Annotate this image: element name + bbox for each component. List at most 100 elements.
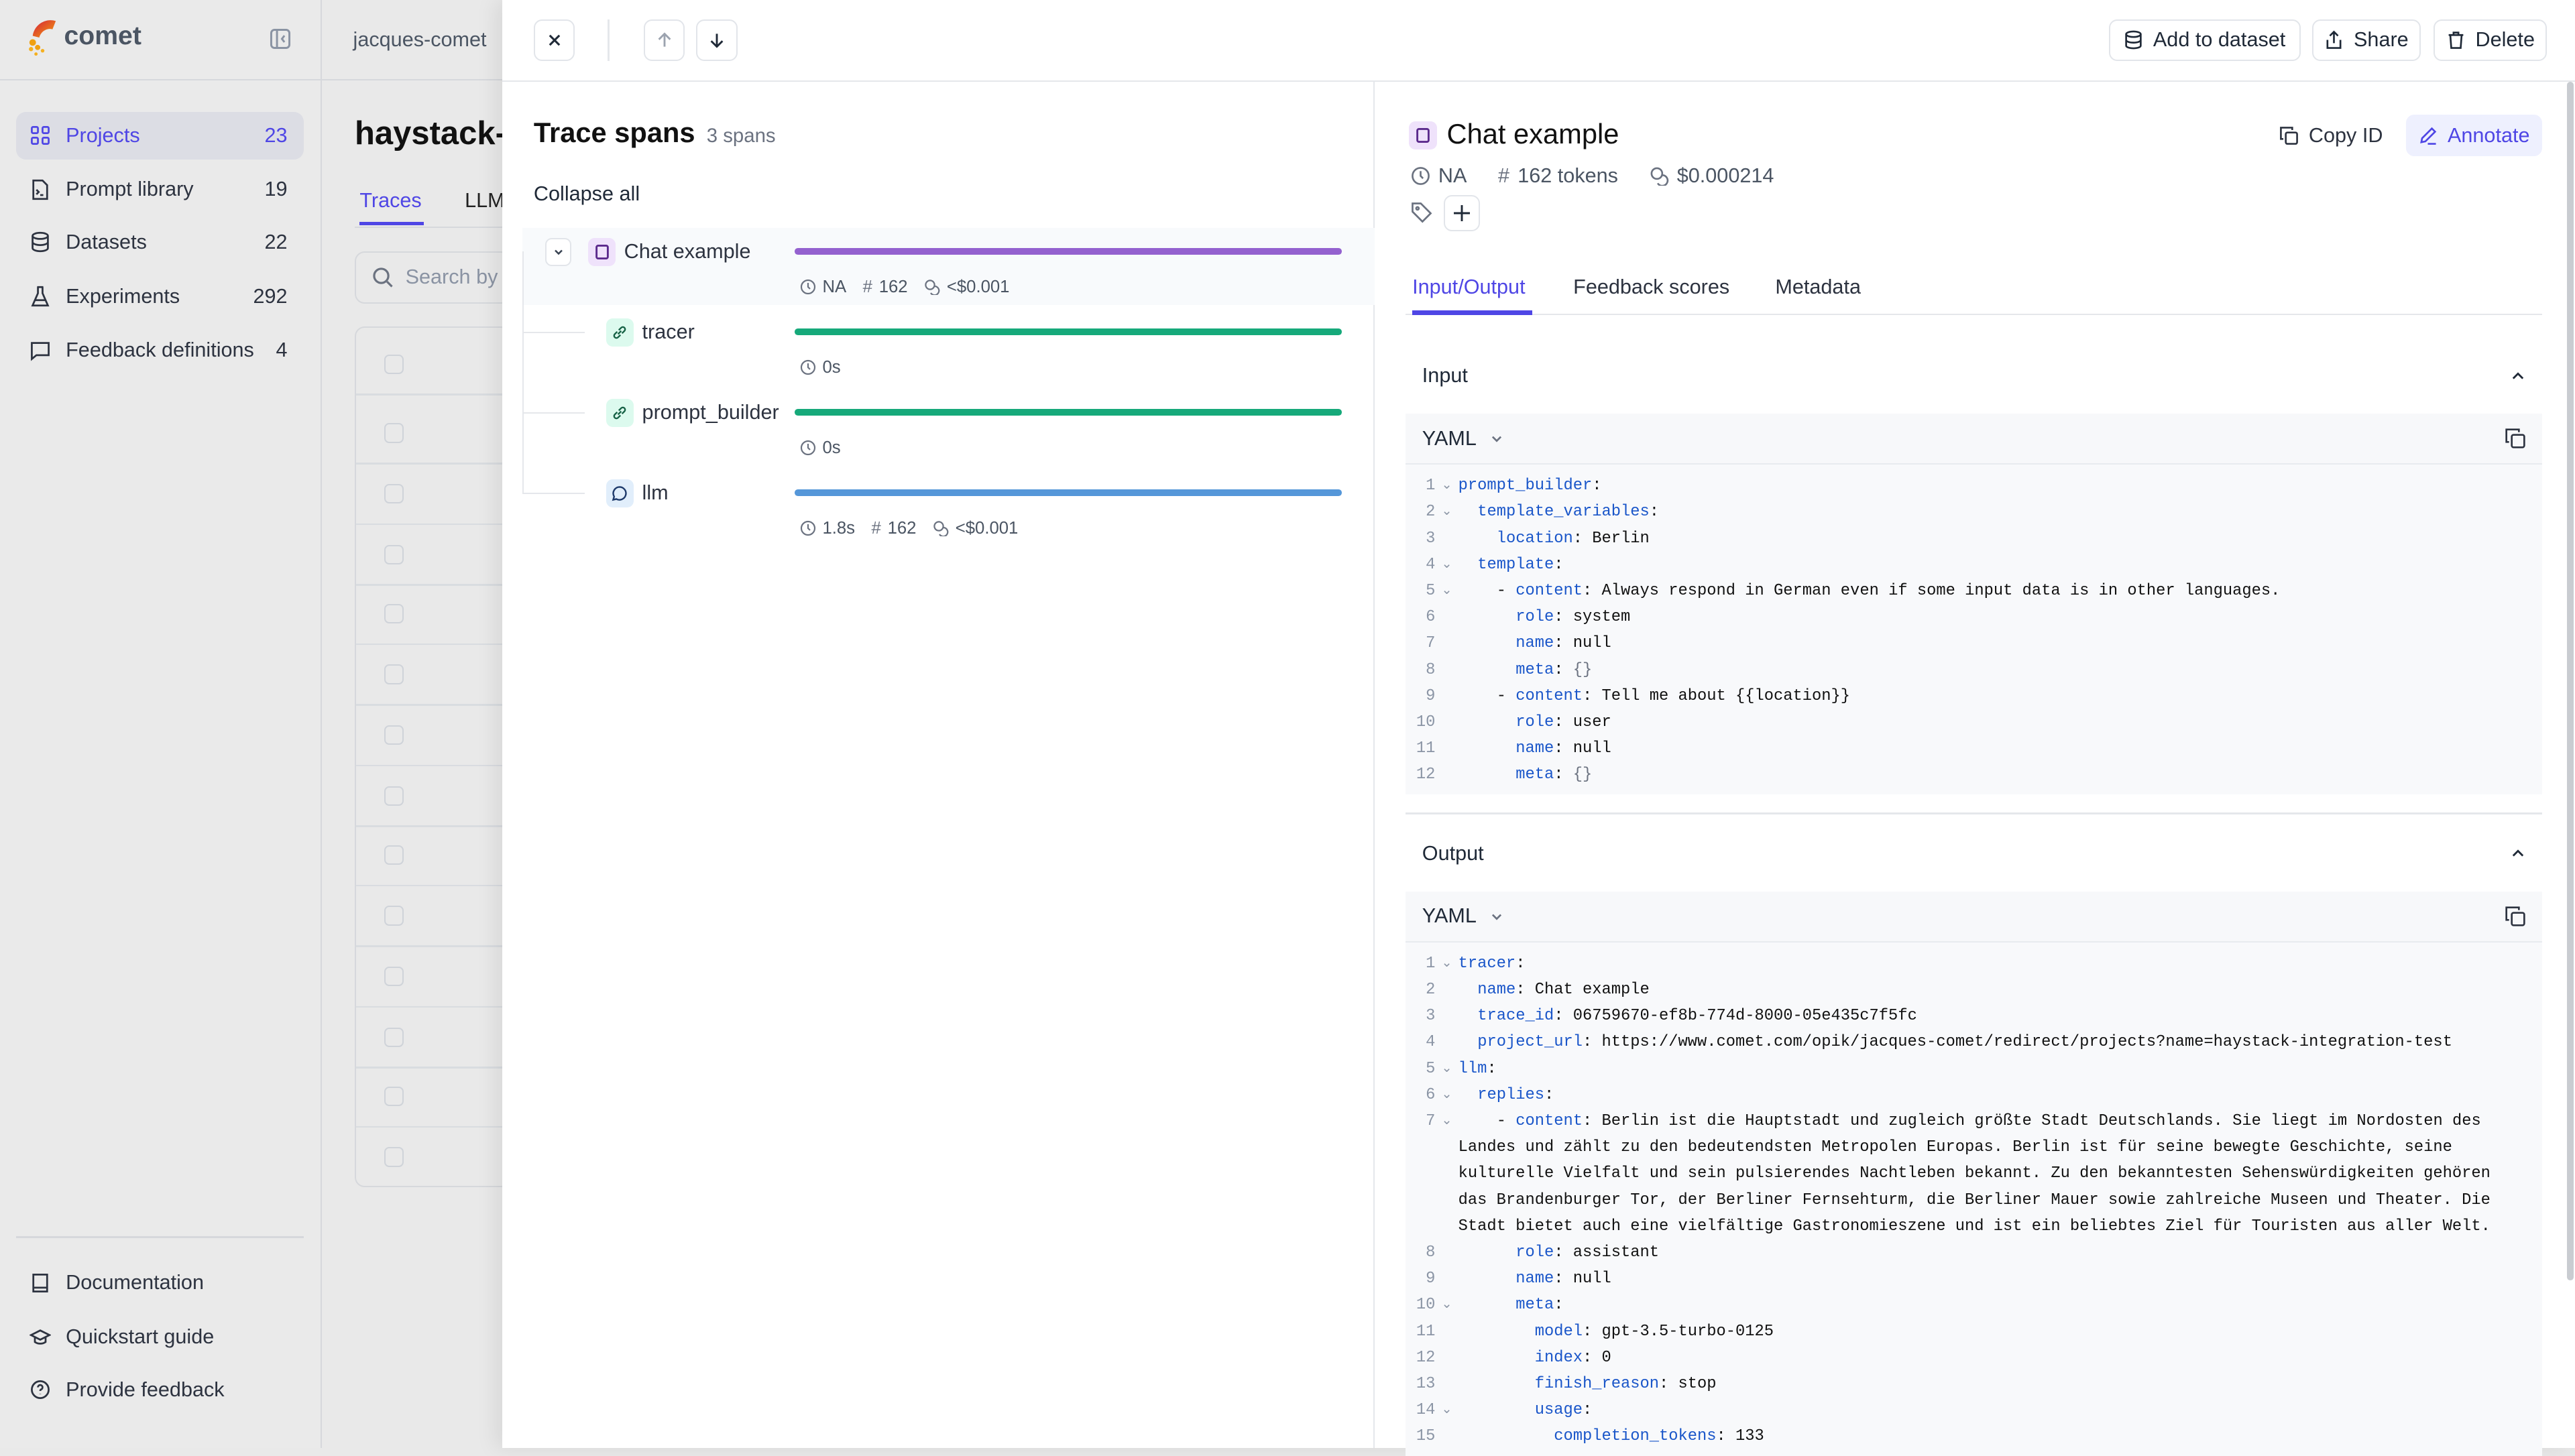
code-text: usage: [1458,1397,2509,1423]
tree-branch [522,331,585,334]
yaml-colon: : [1582,1322,1602,1341]
span-duration-bar [795,328,1342,335]
span-duration: NA [822,277,847,296]
row-checkbox[interactable] [384,603,404,624]
yaml-colon: : [1582,1033,1602,1052]
yaml-value: 133 [1735,1427,1764,1446]
comet-logo[interactable] [23,16,62,59]
fold-chevron-icon[interactable]: ⌄ [1435,1292,1458,1318]
span-stats: NA # 162 tokens $0.000214 [1411,164,1774,188]
copy-id-button[interactable]: Copy ID [2279,115,2383,156]
line-number: 1 [1426,954,1436,973]
delete-button[interactable]: Delete [2434,19,2548,61]
tab-metadata[interactable]: Metadata [1775,276,1861,299]
yaml-key: index [1534,1348,1583,1367]
sidebar-item-quickstart-guide[interactable]: Quickstart guide [16,1313,304,1361]
sidebar-item-experiments[interactable]: Experiments 292 [16,273,304,320]
chevron-up-icon[interactable] [2510,845,2526,861]
row-checkbox[interactable] [384,544,404,564]
expand-toggle[interactable] [545,238,572,266]
sidebar-item-projects[interactable]: Projects 23 [16,111,304,160]
output-section-header[interactable]: Output [1406,829,2542,878]
active-tab-indicator [1412,310,1532,316]
fold-gutter [1435,762,1458,788]
fold-chevron-icon[interactable]: ⌄ [1435,1082,1458,1108]
format-select[interactable]: YAML [1422,904,1505,928]
sidebar-item-datasets[interactable]: Datasets 22 [16,219,304,266]
copy-icon[interactable] [2505,428,2526,449]
tab-feedback-scores[interactable]: Feedback scores [1573,276,1729,299]
code-text: - content: Berlin ist die Hauptstadt und… [1458,1108,2509,1239]
share-button[interactable]: Share [2312,19,2421,61]
tab-llm[interactable]: LLM [465,189,505,213]
sidebar-item-provide-feedback[interactable]: Provide feedback [16,1366,304,1414]
fold-chevron-icon[interactable]: ⌄ [1435,499,1458,525]
row-checkbox[interactable] [384,423,404,443]
line-number: 8 [1426,1243,1436,1262]
input-code-viewer[interactable]: 1 ⌄ prompt_builder: 2 ⌄ template_variables:… [1406,465,2543,795]
yaml-value: Tell me about {{location}} [1601,686,1851,705]
format-select[interactable]: YAML [1422,427,1505,450]
line-number: 7 [1426,634,1436,653]
row-checkbox[interactable] [384,906,404,926]
yaml-colon: : [1515,954,1535,973]
row-checkbox[interactable] [384,1147,404,1167]
fold-chevron-icon[interactable]: ⌄ [1435,578,1458,604]
row-checkbox[interactable] [384,354,404,374]
input-section-header[interactable]: Input [1406,351,2542,400]
database-icon [2124,30,2143,50]
fold-chevron-icon[interactable]: ⌄ [1435,1397,1458,1423]
trace-drawer: Add to dataset Share Delete Trace spans … [502,0,2575,1456]
row-checkbox[interactable] [384,664,404,684]
row-checkbox[interactable] [384,786,404,806]
yaml-value: null [1572,1270,1611,1288]
add-tag-button[interactable] [1443,195,1480,232]
chevron-up-icon[interactable] [2510,368,2526,384]
scrollbar[interactable] [2566,82,2574,1281]
line-number: 12 [1416,766,1436,784]
row-checkbox[interactable] [384,725,404,745]
collapse-sidebar-icon[interactable] [270,28,291,50]
sidebar-item-documentation[interactable]: Documentation [16,1259,304,1307]
span-duration-bar [795,489,1342,496]
annotate-button[interactable]: Annotate [2405,115,2543,156]
tree-connector [522,251,524,495]
code-line: 8 meta: {} [1406,657,2542,683]
previous-button[interactable] [644,19,685,61]
output-code-viewer[interactable]: 1 ⌄ tracer: 2 name: Chat example 3 trace_id… [1406,942,2543,1456]
row-checkbox[interactable] [384,967,404,987]
fold-chevron-icon[interactable]: ⌄ [1435,1108,1458,1239]
row-checkbox[interactable] [384,483,404,504]
yaml-value: gpt-3.5-turbo-0125 [1601,1322,1774,1341]
code-line: 3 location: Berlin [1406,526,2542,552]
hash-icon: # [862,277,872,296]
tab-input-output[interactable]: Input/Output [1412,276,1525,299]
sidebar-item-count: 292 [253,284,288,308]
add-to-dataset-button[interactable]: Add to dataset [2108,19,2301,61]
fold-gutter [1435,1371,1458,1397]
fold-chevron-icon[interactable]: ⌄ [1435,473,1458,499]
close-button[interactable] [533,19,575,61]
fold-chevron-icon[interactable]: ⌄ [1435,1056,1458,1082]
traces-table [354,326,511,1187]
yaml-key: meta [1515,766,1554,784]
tab-traces[interactable]: Traces [359,189,421,213]
span-stats: NA #162 <$0.001 [800,277,1009,297]
fold-chevron-icon[interactable]: ⌄ [1435,552,1458,578]
code-text: llm: [1458,1056,2509,1082]
sidebar-item-feedback-definitions[interactable]: Feedback definitions 4 [16,326,304,374]
row-checkbox[interactable] [384,1027,404,1047]
row-checkbox[interactable] [384,845,404,865]
row-checkbox[interactable] [384,1086,404,1107]
code-line: 10 role: user [1406,709,2542,735]
next-button[interactable] [696,19,738,61]
fold-chevron-icon[interactable]: ⌄ [1435,951,1458,977]
copy-icon[interactable] [2505,906,2526,927]
sidebar-item-prompt-library[interactable]: Prompt library 19 [16,166,304,213]
search-input[interactable]: Search by [354,251,511,304]
